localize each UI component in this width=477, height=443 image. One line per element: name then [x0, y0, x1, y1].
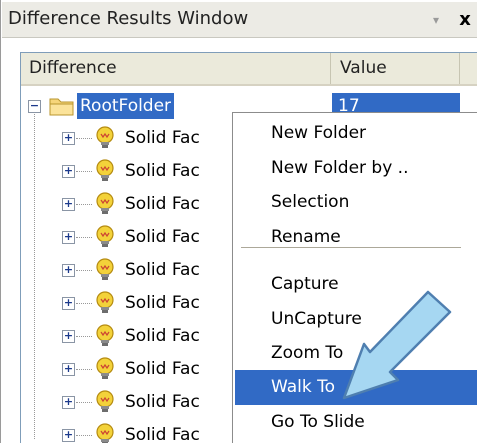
pin-dropdown-icon[interactable]: ▾: [428, 9, 444, 31]
expand-icon[interactable]: +: [62, 264, 75, 277]
tree-connector: [76, 369, 92, 370]
tree-connector: [76, 336, 92, 337]
tree-row-label[interactable]: Solid Fac: [125, 158, 200, 184]
tree-connector: [76, 237, 92, 238]
close-icon[interactable]: x: [454, 8, 476, 32]
expand-icon[interactable]: +: [62, 231, 75, 244]
lightbulb-icon: [96, 423, 114, 443]
column-header: Difference Value: [21, 53, 477, 86]
lightbulb-icon: [96, 225, 114, 247]
menu-item-selection[interactable]: Selection: [235, 185, 477, 220]
column-header-value[interactable]: Value: [332, 53, 460, 84]
arrow-icon: [342, 290, 452, 400]
lightbulb-icon: [96, 390, 114, 412]
lightbulb-icon: [96, 324, 114, 346]
tree-connector: [76, 171, 92, 172]
expand-icon[interactable]: +: [62, 429, 75, 442]
expand-icon[interactable]: +: [62, 330, 75, 343]
menu-item-new-folder[interactable]: New Folder: [235, 116, 477, 151]
tree-row-label[interactable]: RootFolder: [77, 93, 175, 119]
lightbulb-icon: [96, 126, 114, 148]
collapse-icon[interactable]: −: [28, 100, 41, 113]
expand-icon[interactable]: +: [62, 165, 75, 178]
tree-connector: [76, 204, 92, 205]
expand-icon[interactable]: +: [62, 198, 75, 211]
tree-connector: [76, 402, 92, 403]
lightbulb-icon: [96, 291, 114, 313]
tree-row-label[interactable]: Solid Fac: [125, 422, 200, 443]
tree-connector: [76, 270, 92, 271]
expand-icon[interactable]: +: [62, 132, 75, 145]
expand-icon[interactable]: +: [62, 363, 75, 376]
tree-row-label[interactable]: Solid Fac: [125, 257, 200, 283]
window-title: Difference Results Window: [8, 8, 249, 29]
lightbulb-icon: [96, 357, 114, 379]
column-header-difference[interactable]: Difference: [21, 53, 331, 84]
expand-icon[interactable]: +: [62, 396, 75, 409]
lightbulb-icon: [96, 159, 114, 181]
menu-item-rename[interactable]: Rename: [235, 220, 477, 255]
menu-item-new-folder-by[interactable]: New Folder by ..: [235, 151, 477, 186]
tree-row-label[interactable]: Solid Fac: [125, 290, 200, 316]
tree-row-label[interactable]: Solid Fac: [125, 224, 200, 250]
lightbulb-icon: [96, 192, 114, 214]
tree-row-label[interactable]: Solid Fac: [125, 389, 200, 415]
tree-connector: [76, 303, 92, 304]
tree-connector: [76, 435, 92, 436]
lightbulb-icon: [96, 258, 114, 280]
tree-row-label[interactable]: Solid Fac: [125, 323, 200, 349]
expand-icon[interactable]: +: [62, 297, 75, 310]
column-header-filler: [461, 53, 477, 84]
tree-connector: [76, 138, 92, 139]
folder-icon: [49, 98, 74, 116]
window-titlebar[interactable]: Difference Results Window ▾ x: [2, 2, 477, 38]
tree-row-label[interactable]: Solid Fac: [125, 191, 200, 217]
tree-row-label[interactable]: Solid Fac: [125, 356, 200, 382]
tree-row-label[interactable]: Solid Fac: [125, 125, 200, 151]
